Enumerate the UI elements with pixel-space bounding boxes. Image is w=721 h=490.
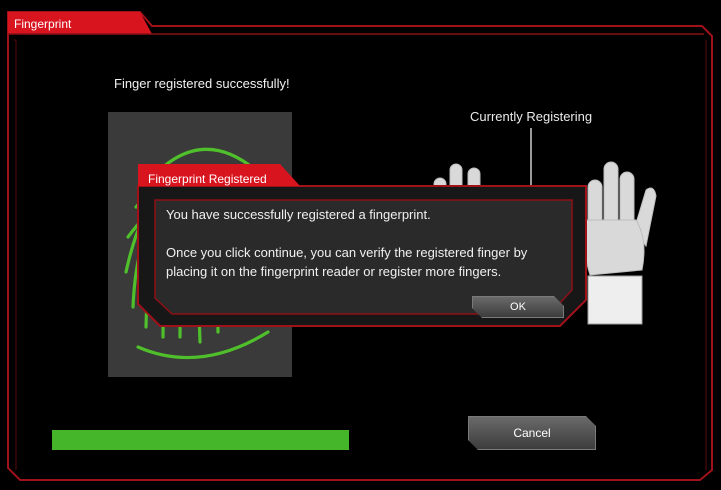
dialog-message-line1: You have successfully registered a finge… bbox=[166, 207, 431, 222]
fingerprint-window: Fingerprint Finger registered successful… bbox=[0, 0, 721, 490]
ok-button[interactable]: OK bbox=[472, 296, 564, 318]
dialog-message-line2: Once you click continue, you can verify … bbox=[166, 245, 528, 279]
dialog-title: Fingerprint Registered bbox=[148, 172, 267, 186]
